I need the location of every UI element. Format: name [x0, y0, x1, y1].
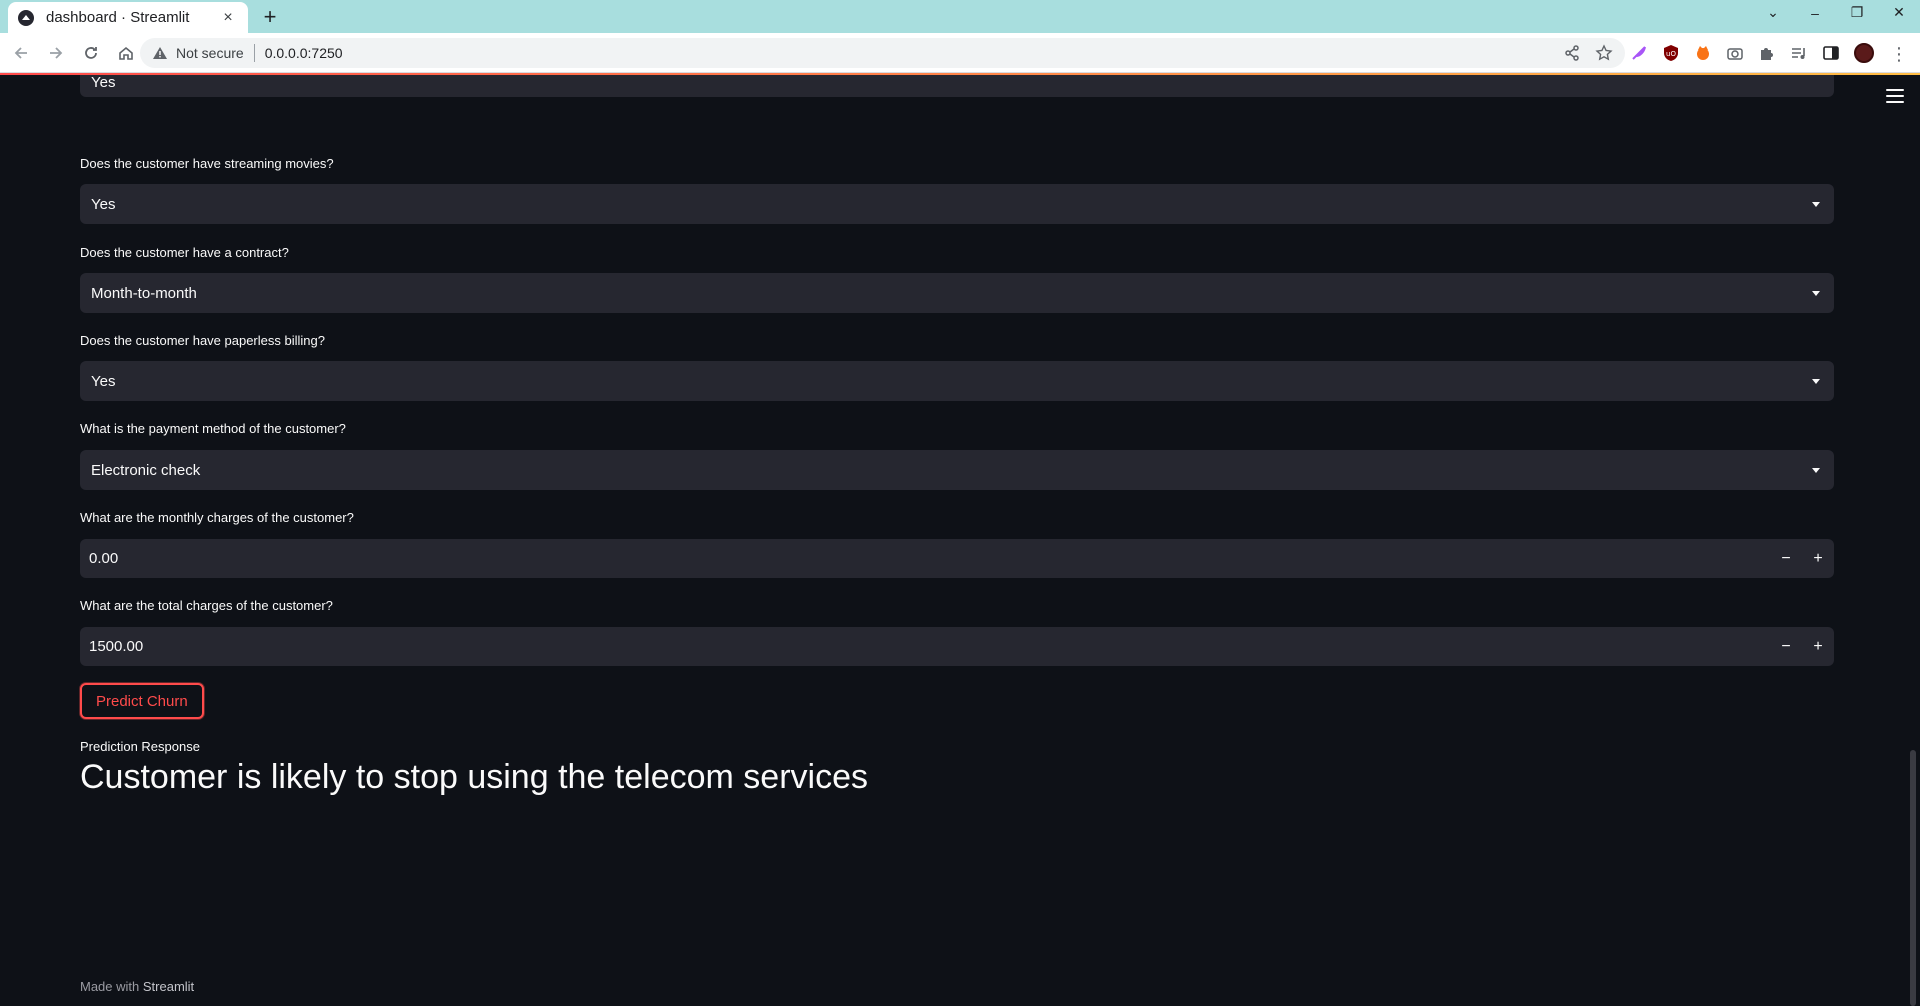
field-label-paperless-billing: Does the customer have paperless billing… — [80, 333, 325, 348]
chevron-down-icon — [1812, 379, 1820, 384]
browser-menu-icon[interactable]: ⋮ — [1890, 44, 1908, 65]
reload-icon[interactable] — [77, 39, 105, 67]
prediction-response-label: Prediction Response — [80, 739, 200, 754]
restore-icon[interactable]: ❐ — [1848, 4, 1866, 21]
browser-tab-active[interactable]: dashboard · Streamlit × — [8, 2, 248, 33]
puzzle-icon[interactable] — [1758, 44, 1776, 62]
close-window-icon[interactable]: ✕ — [1890, 4, 1908, 21]
select-value: Electronic check — [91, 461, 201, 479]
share-icon[interactable] — [1563, 44, 1581, 62]
browser-tab-strip: dashboard · Streamlit × + ⌄ – ❐ ✕ — [0, 0, 1920, 33]
back-icon[interactable] — [7, 39, 35, 67]
prediction-result-text: Customer is likely to stop using the tel… — [80, 758, 868, 796]
tab-close-icon[interactable]: × — [218, 9, 238, 27]
monthly-charges-field[interactable] — [89, 539, 1770, 578]
decrement-button[interactable]: − — [1770, 539, 1802, 578]
chevron-down-icon — [1812, 291, 1820, 296]
streamlit-favicon-icon — [18, 9, 34, 26]
ublock-icon[interactable]: uO — [1662, 44, 1680, 62]
increment-button[interactable]: + — [1802, 539, 1834, 578]
camera-icon[interactable] — [1726, 44, 1744, 62]
number-input-total-charges: − + — [80, 627, 1834, 666]
media-control-icon[interactable] — [1790, 44, 1808, 62]
chevron-down-icon — [1812, 468, 1820, 473]
select-value: Yes — [91, 372, 116, 390]
chevron-down-icon — [1812, 202, 1820, 207]
address-bar[interactable]: Not secure 0.0.0.0:7250 — [140, 38, 1625, 68]
footer-brand-link[interactable]: Streamlit — [143, 979, 194, 994]
extension-icons: uO — [1630, 33, 1874, 73]
bookmark-star-icon[interactable] — [1595, 44, 1613, 62]
select-value: Yes — [91, 195, 116, 213]
window-controls: ⌄ – ❐ ✕ — [1764, 4, 1908, 21]
sidepanel-icon[interactable] — [1822, 44, 1840, 62]
profile-avatar[interactable] — [1854, 43, 1874, 63]
decrement-button[interactable]: − — [1770, 627, 1802, 666]
url-text[interactable]: 0.0.0.0:7250 — [265, 45, 1549, 61]
select-payment-method[interactable]: Electronic check — [80, 450, 1834, 490]
forward-icon[interactable] — [42, 39, 70, 67]
field-label-total-charges: What are the total charges of the custom… — [80, 598, 333, 613]
home-icon[interactable] — [112, 39, 140, 67]
warning-icon — [153, 47, 167, 59]
security-label: Not secure — [176, 45, 244, 61]
field-label-streaming-movies: Does the customer have streaming movies? — [80, 156, 334, 171]
select-contract[interactable]: Month-to-month — [80, 273, 1834, 313]
select-value: Month-to-month — [91, 284, 197, 302]
total-charges-field[interactable] — [89, 627, 1770, 666]
browser-toolbar: Not secure 0.0.0.0:7250 uO ⋮ — [0, 33, 1920, 73]
streamlit-app: Yes Does the customer have streaming mov… — [0, 75, 1920, 1006]
tab-title: dashboard · Streamlit — [46, 9, 190, 26]
hamburger-menu-icon[interactable] — [1886, 89, 1904, 103]
tab-search-icon[interactable]: ⌄ — [1764, 4, 1782, 21]
page-scrollbar[interactable] — [1910, 750, 1916, 1006]
minimize-icon[interactable]: – — [1806, 5, 1824, 21]
field-label-contract: Does the customer have a contract? — [80, 245, 289, 260]
fox-extension-icon[interactable] — [1694, 44, 1712, 62]
omnibox-divider — [253, 44, 255, 62]
footer: Made with Streamlit — [80, 979, 194, 994]
select-partial[interactable]: Yes — [80, 75, 1834, 97]
predict-churn-button[interactable]: Predict Churn — [80, 683, 204, 719]
number-input-monthly-charges: − + — [80, 539, 1834, 578]
new-tab-button[interactable]: + — [258, 4, 282, 29]
feather-icon[interactable] — [1630, 44, 1648, 62]
footer-prefix: Made with — [80, 979, 140, 994]
svg-text:uO: uO — [1666, 50, 1676, 58]
field-label-payment-method: What is the payment method of the custom… — [80, 421, 346, 436]
select-value: Yes — [91, 75, 116, 91]
increment-button[interactable]: + — [1802, 627, 1834, 666]
select-paperless-billing[interactable]: Yes — [80, 361, 1834, 401]
field-label-monthly-charges: What are the monthly charges of the cust… — [80, 510, 354, 525]
select-streaming-movies[interactable]: Yes — [80, 184, 1834, 224]
